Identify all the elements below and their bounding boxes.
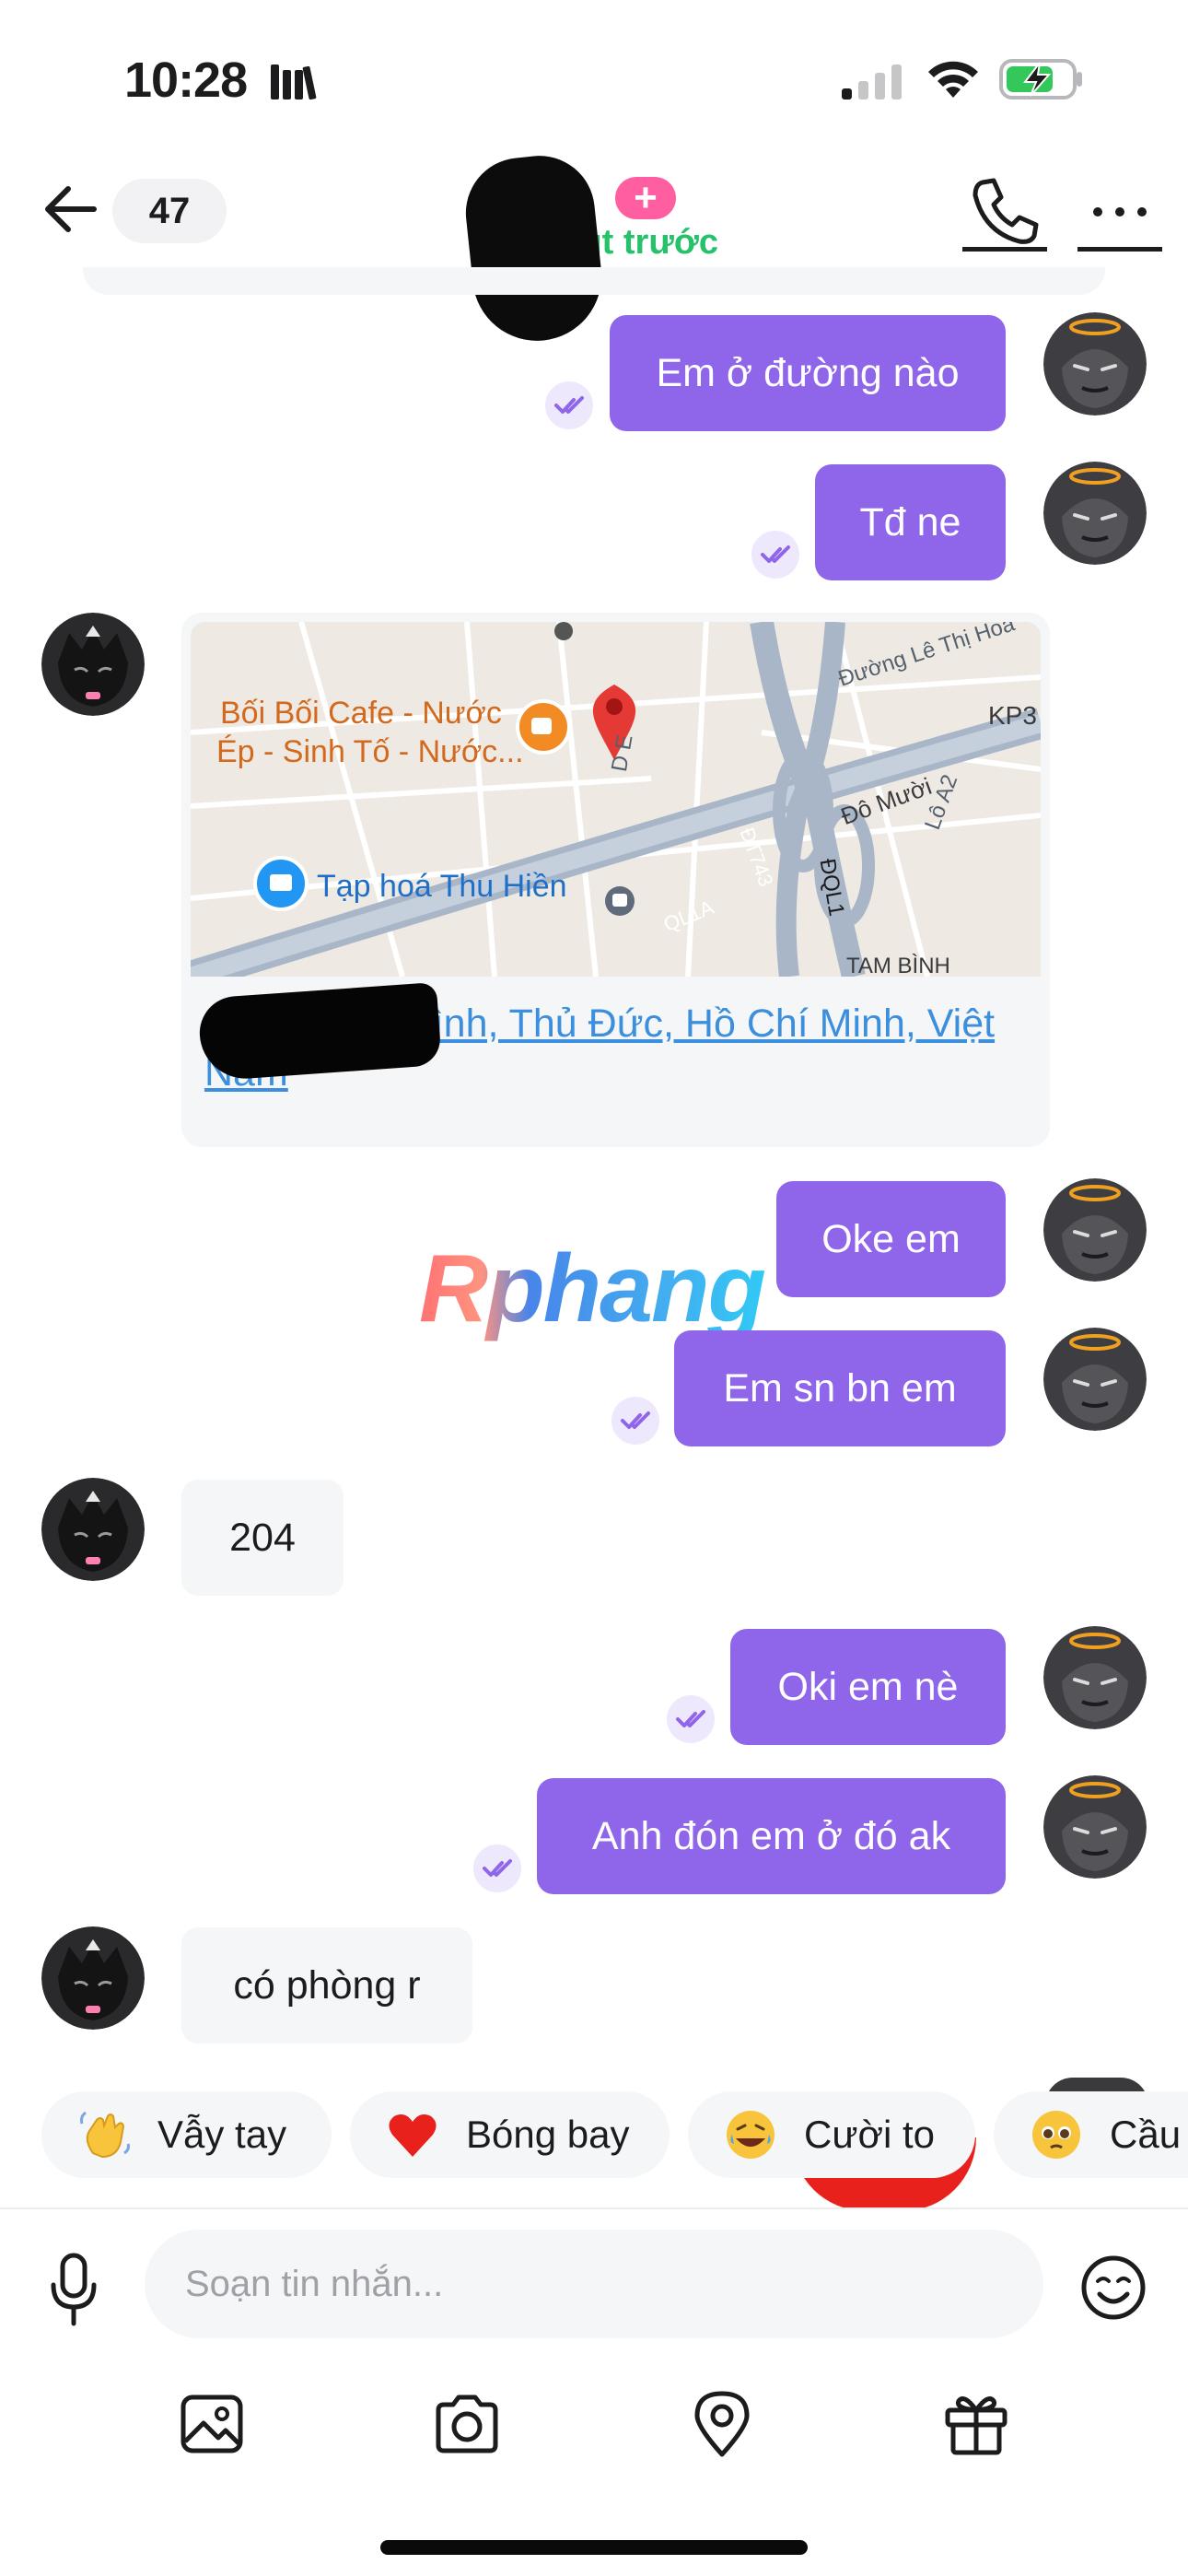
watermark-logo: Rphang [419,1235,766,1342]
outgoing-message[interactable]: Oki em nè [730,1629,1006,1745]
pleading-face-icon [1032,2111,1080,2159]
outgoing-message[interactable]: Em sn bn em [674,1330,1006,1446]
map-label-area: TAM BÌNH [846,954,950,977]
my-avatar[interactable] [1043,1178,1147,1282]
map-label-cafe: Bối Bối Cafe - Nước [220,696,502,731]
more-options-button[interactable] [1077,184,1162,240]
reaction-label: Bóng bay [466,2113,630,2156]
status-bar: 10:28 [0,0,1188,157]
battery-charging-icon [999,59,1082,100]
map-label-cafe: Ép - Sinh Tố - Nước... [216,734,524,769]
incoming-message[interactable]: có phòng r [181,1927,472,2043]
reaction-label: Cười to [804,2113,936,2156]
waving-hand-icon [80,2111,130,2159]
outgoing-message[interactable]: Oke em [776,1181,1006,1297]
home-indicator[interactable] [380,2540,808,2555]
more-button-underline [1077,247,1162,252]
read-receipt-icon [751,531,799,579]
incoming-message[interactable]: 204 [181,1480,344,1596]
reaction-label: Vẫy tay [157,2113,287,2156]
contact-avatar[interactable] [41,1478,145,1581]
map-label-grocery: Tạp hoá Thu Hiền [317,869,567,904]
microphone-icon[interactable] [46,2252,101,2329]
image-gallery-icon[interactable] [178,2390,246,2458]
reaction-label: Cầu [1110,2113,1182,2156]
map-label-district: KP3 [988,701,1037,730]
emoji-picker-icon[interactable] [1079,2254,1147,2322]
outgoing-message[interactable]: Anh đón em ở đó ak [537,1778,1006,1894]
wifi-icon [928,61,978,98]
location-message-card[interactable]: Bối Bối Cafe - Nước Ép - Sinh Tố - Nước.… [181,613,1050,1147]
reaction-chip-laugh[interactable]: Cười to [688,2091,975,2178]
more-dot-icon [1093,207,1102,217]
reaction-chip-wave[interactable]: Vẫy tay [41,2091,332,2178]
red-heart-icon [389,2114,437,2157]
my-avatar[interactable] [1043,1328,1147,1431]
contact-avatar[interactable] [460,150,609,347]
call-button-underline [962,247,1047,252]
redaction-scribble [197,982,442,1082]
reaction-chip-balloon[interactable]: Bóng bay [350,2091,670,2178]
read-receipt-icon [667,1695,715,1743]
contact-avatar[interactable] [41,1926,145,2030]
quick-reaction-bar: Vẫy tay Bóng bay Cười to Cầu [0,2091,1188,2195]
status-time: 10:28 [124,53,248,108]
outgoing-message[interactable]: Tđ ne [815,464,1006,580]
my-avatar[interactable] [1043,1626,1147,1729]
location-map[interactable]: Bối Bối Cafe - Nước Ép - Sinh Tố - Nước.… [191,622,1041,977]
previous-message-edge [83,267,1105,295]
my-avatar[interactable] [1043,462,1147,565]
reaction-chip-plead[interactable]: Cầu [994,2091,1188,2178]
read-receipt-icon [611,1397,659,1445]
my-avatar[interactable] [1043,1775,1147,1879]
more-dot-icon [1137,207,1147,217]
message-input[interactable] [145,2230,1043,2338]
laughing-face-icon [727,2111,775,2159]
camera-icon[interactable] [433,2390,501,2458]
phone-call-icon[interactable] [962,175,1047,249]
cellular-signal-icon [842,64,902,100]
my-avatar[interactable] [1043,312,1147,416]
contact-avatar[interactable] [41,613,145,716]
read-receipt-icon [473,1844,521,1892]
read-receipt-icon [545,381,593,429]
books-icon [271,64,317,100]
outgoing-message[interactable]: Em ở đường nào [610,315,1006,431]
back-arrow-icon[interactable] [39,177,103,241]
more-dot-icon [1115,207,1124,217]
message-composer [0,2207,1188,2576]
gift-icon[interactable] [942,2390,1010,2458]
location-pin-icon[interactable] [688,2390,756,2458]
add-friend-button[interactable]: + [615,177,676,219]
unread-count-badge[interactable]: 47 [112,179,227,243]
